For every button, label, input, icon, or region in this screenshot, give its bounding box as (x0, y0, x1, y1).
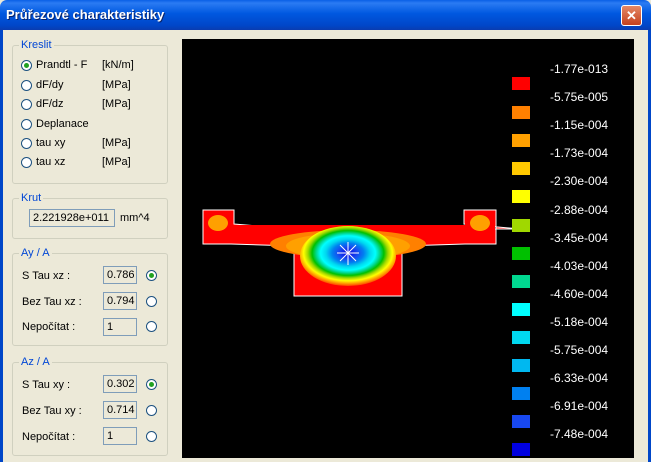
legend-swatch (512, 330, 530, 344)
kreslit-option-tau-xz[interactable]: tau xz [MPa] (21, 154, 131, 170)
krut-unit: mm^4 (120, 212, 150, 224)
legend-swatch (512, 218, 530, 232)
legend-value: -4.60e-004 (550, 286, 609, 301)
legend-swatch (512, 77, 530, 90)
legend-swatch (512, 302, 530, 316)
radio-button[interactable] (21, 79, 32, 91)
legend-value: -1.73e-004 (550, 146, 609, 161)
kreslit-option-prandtl[interactable]: Prandtl - F [kN/m] (21, 57, 134, 73)
legend-swatch (512, 106, 530, 120)
legend-value: -3.45e-004 (550, 230, 609, 245)
option-unit: [MPa] (102, 156, 131, 168)
kreslit-option-deplanace[interactable]: Deplanace (21, 116, 102, 132)
ay-row-label: Nepočítat : (22, 321, 76, 333)
legend-value: -1.15e-004 (550, 118, 609, 133)
kreslit-option-tau-xy[interactable]: tau xy [MPa] (21, 135, 131, 151)
kreslit-group-title: Kreslit (19, 39, 54, 51)
kreslit-option-dfdz[interactable]: dF/dz [MPa] (21, 96, 131, 112)
radio-button[interactable] (21, 59, 32, 71)
legend-value: -4.03e-004 (550, 258, 609, 273)
legend-swatch (512, 415, 530, 429)
az-row-label: Bez Tau xy : (22, 405, 82, 417)
az-group-title: Az / A (19, 356, 52, 368)
ay-value-field: 1 (103, 318, 137, 336)
krut-group: Krut 2.221928e+011 mm^4 (12, 192, 168, 239)
ay-group-title: Ay / A (19, 247, 52, 259)
legend-value: -5.18e-004 (550, 314, 609, 329)
window-frame-left (0, 30, 3, 462)
legend-swatch (512, 359, 530, 372)
ay-radio[interactable] (146, 296, 157, 307)
window-title: Průřezové charakteristiky (6, 7, 165, 22)
az-radio[interactable] (146, 405, 157, 416)
legend-value: -7.48e-004 (550, 427, 609, 442)
option-unit: [MPa] (102, 79, 131, 91)
legend-value: -6.33e-004 (550, 371, 609, 386)
option-unit: [MPa] (102, 98, 131, 110)
ay-radio[interactable] (146, 321, 157, 332)
radio-button[interactable] (21, 98, 32, 110)
legend-value: -5.75e-005 (550, 90, 609, 105)
option-unit: [kN/m] (102, 59, 134, 71)
legend-swatch (512, 246, 530, 260)
legend-value: -6.91e-004 (550, 399, 609, 414)
title-bar: Průřezové charakteristiky ✕ (0, 0, 651, 30)
radio-button[interactable] (21, 118, 32, 130)
az-row-label: S Tau xy : (22, 379, 71, 391)
legend-swatch (512, 443, 530, 457)
az-radio[interactable] (146, 431, 157, 442)
az-radio[interactable] (146, 379, 157, 390)
radio-button[interactable] (21, 156, 32, 168)
ay-row-label: S Tau xz : (22, 270, 71, 282)
legend-swatch (512, 387, 530, 401)
legend-value: -2.30e-004 (550, 174, 609, 189)
az-group: Az / A S Tau xy : 0.302 Bez Tau xy : 0.7… (12, 356, 168, 456)
close-icon: ✕ (626, 8, 637, 23)
option-unit: [MPa] (102, 137, 131, 149)
ay-radio[interactable] (146, 270, 157, 281)
az-row-label: Nepočítat : (22, 431, 76, 443)
legend-swatch (512, 190, 530, 204)
contour-canvas[interactable]: -1.77e-013 -5.75e-005 -1.15e-004 -1.73e-004… (182, 39, 634, 458)
ay-value-field: 0.794 (103, 292, 137, 310)
option-label: tau xz (36, 156, 66, 168)
legend-swatch (512, 134, 530, 148)
ay-group: Ay / A S Tau xz : 0.786 Bez Tau xz : 0.7… (12, 247, 168, 346)
kreslit-group: Kreslit Prandtl - F [kN/m] dF/dy [MPa] d… (12, 39, 168, 184)
option-label: tau xy (36, 137, 66, 149)
legend-swatch (512, 274, 530, 288)
radio-button[interactable] (21, 137, 32, 149)
legend-swatch (512, 162, 530, 176)
az-value-field: 1 (103, 427, 137, 445)
legend-value: -2.88e-004 (550, 202, 609, 217)
krut-value-field: 2.221928e+011 (29, 209, 115, 227)
option-label: Deplanace (36, 118, 89, 130)
kreslit-option-dfdy[interactable]: dF/dy [MPa] (21, 77, 131, 93)
option-label: dF/dz (36, 98, 64, 110)
option-label: dF/dy (36, 79, 64, 91)
option-label: Prandtl - F (36, 59, 88, 71)
krut-group-title: Krut (19, 192, 44, 204)
legend-value: -1.77e-013 (550, 62, 609, 76)
legend-value: -5.75e-004 (550, 343, 609, 357)
close-button[interactable]: ✕ (621, 5, 642, 26)
ay-value-field: 0.786 (103, 266, 137, 284)
az-value-field: 0.714 (103, 401, 137, 419)
az-value-field: 0.302 (103, 375, 137, 393)
ay-row-label: Bez Tau xz : (22, 296, 82, 308)
